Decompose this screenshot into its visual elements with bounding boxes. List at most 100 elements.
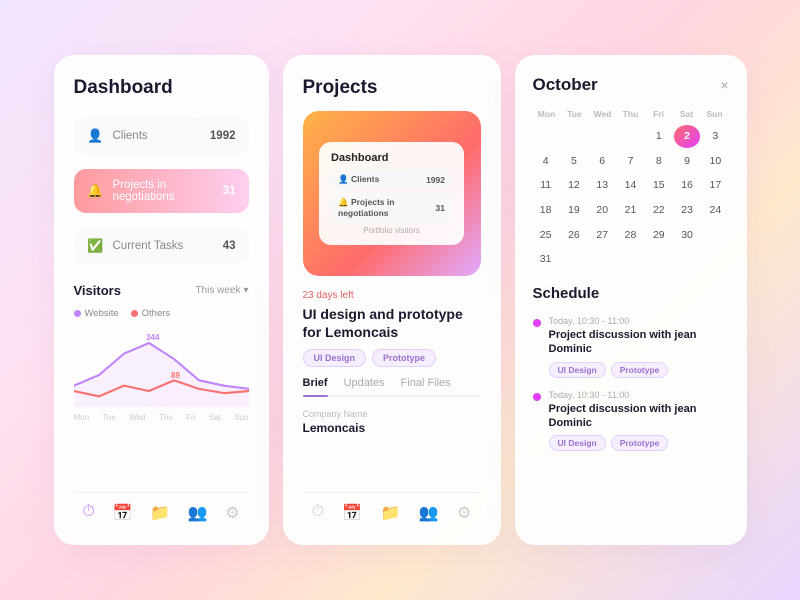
chart-labels: Mon Tue Wed Thu Fri Sat Sun — [74, 413, 249, 422]
dashboard-card: Dashboard 👤 Clients 1992 🔔 Projects in n… — [54, 55, 269, 545]
schedule-time-1: Today, 10:30 - 11:00 — [549, 316, 729, 326]
sched-tag-prototype-1[interactable]: Prototype — [611, 362, 669, 378]
schedule-list: Today, 10:30 - 11:00 Project discussion … — [533, 316, 729, 451]
cal-date-22[interactable]: 22 — [646, 199, 672, 222]
cal-date-28[interactable]: 28 — [617, 224, 643, 247]
projects-bottom-nav: ⏱ 📅 📁 👥 ⚙ — [303, 492, 481, 523]
schedule-name-2: Project discussion with jean Dominic — [549, 402, 729, 431]
calendar-dates: 1 2 3 4 5 6 7 8 9 10 11 12 13 14 15 16 1… — [533, 125, 729, 271]
nav-settings-icon-2[interactable]: ⚙ — [457, 503, 471, 523]
cal-date-14[interactable]: 14 — [617, 174, 643, 197]
cal-date-17[interactable]: 17 — [702, 174, 728, 197]
sched-tag-prototype-2[interactable]: Prototype — [611, 435, 669, 451]
preview-row-negotiations: 🔔 Projects in negotiations 31 — [331, 193, 452, 222]
schedule-tags-2: UI Design Prototype — [549, 435, 729, 451]
nav-timer-icon[interactable]: ⏱ — [82, 503, 94, 523]
stat-tasks[interactable]: ✅ Current Tasks 43 — [74, 227, 249, 265]
cal-date-24[interactable]: 24 — [702, 199, 728, 222]
cal-date-15[interactable]: 15 — [646, 174, 672, 197]
schedule-title: Schedule — [533, 285, 729, 302]
cal-date-25[interactable]: 25 — [533, 224, 559, 247]
cal-date-20[interactable]: 20 — [589, 199, 615, 222]
project-tabs: Brief Updates Final Files — [303, 377, 481, 397]
schedule-tags-1: UI Design Prototype — [549, 362, 729, 378]
cal-date-4[interactable]: 4 — [533, 150, 559, 173]
cal-date-30[interactable]: 30 — [674, 224, 700, 247]
sched-tag-ui-design-1[interactable]: UI Design — [549, 362, 606, 378]
tab-final-files[interactable]: Final Files — [401, 377, 451, 395]
preview-row-clients: 👤 Clients 1992 — [331, 170, 452, 189]
chevron-down-icon: ▾ — [243, 285, 248, 296]
nav-timer-icon-2[interactable]: ⏱ — [312, 503, 324, 523]
preview-inner: Dashboard 👤 Clients 1992 🔔 Projects in n… — [319, 142, 464, 245]
schedule-content-2: Today, 10:30 - 11:00 Project discussion … — [549, 390, 729, 452]
company-field-label: Company Name — [303, 409, 481, 419]
close-button[interactable]: × — [720, 77, 728, 93]
tag-ui-design[interactable]: UI Design — [303, 349, 367, 367]
stat-clients[interactable]: 👤 Clients 1992 — [74, 117, 249, 155]
cal-date-5[interactable]: 5 — [561, 150, 587, 173]
schedule-content-1: Today, 10:30 - 11:00 Project discussion … — [549, 316, 729, 378]
cal-date-11[interactable]: 11 — [533, 174, 559, 197]
schedule-name-1: Project discussion with jean Dominic — [549, 328, 729, 357]
calendar-title: October — [533, 75, 598, 95]
cal-date-2-today[interactable]: 2 — [674, 125, 700, 148]
cal-date-26[interactable]: 26 — [561, 224, 587, 247]
preview-footer: Portfolio visitors — [331, 226, 452, 235]
projects-card: Projects Dashboard 👤 Clients 1992 🔔 Proj… — [283, 55, 501, 545]
nav-team-icon-2[interactable]: 👥 — [419, 503, 439, 523]
cal-date-29[interactable]: 29 — [646, 224, 672, 247]
cal-date-7[interactable]: 7 — [617, 150, 643, 173]
cal-date-23[interactable]: 23 — [674, 199, 700, 222]
legend-website: Website — [74, 308, 119, 319]
clients-icon: 👤 — [87, 127, 105, 145]
cal-date-31[interactable]: 31 — [533, 248, 559, 271]
cal-date-21[interactable]: 21 — [617, 199, 643, 222]
cal-date-12[interactable]: 12 — [561, 174, 587, 197]
cal-date-16[interactable]: 16 — [674, 174, 700, 197]
clients-label: Clients — [113, 130, 202, 142]
schedule-dot-2 — [533, 393, 541, 401]
schedule-time-2: Today, 10:30 - 11:00 — [549, 390, 729, 400]
tasks-icon: ✅ — [87, 237, 105, 255]
nav-calendar-icon-2[interactable]: 📅 — [342, 503, 362, 523]
tasks-value: 43 — [223, 240, 236, 252]
negotiations-value: 31 — [223, 185, 236, 197]
cal-date-8[interactable]: 8 — [646, 150, 672, 173]
cal-date-6[interactable]: 6 — [589, 150, 615, 173]
sched-tag-ui-design-2[interactable]: UI Design — [549, 435, 606, 451]
nav-settings-icon[interactable]: ⚙ — [225, 503, 239, 523]
chart-svg: 344 89 — [74, 327, 249, 407]
nav-team-icon[interactable]: 👥 — [188, 503, 208, 523]
legend-others: Others — [131, 308, 171, 319]
others-dot — [131, 310, 138, 317]
visitors-filter[interactable]: This week ▾ — [195, 285, 248, 296]
tag-prototype[interactable]: Prototype — [372, 349, 436, 367]
tab-updates[interactable]: Updates — [344, 377, 385, 395]
cal-date-3[interactable]: 3 — [702, 125, 728, 148]
tab-brief[interactable]: Brief — [303, 377, 328, 395]
cal-date-10[interactable]: 10 — [702, 150, 728, 173]
nav-calendar-icon[interactable]: 📅 — [112, 503, 132, 523]
cal-date-13[interactable]: 13 — [589, 174, 615, 197]
stat-negotiations[interactable]: 🔔 Projects in negotiations 31 — [74, 169, 249, 213]
visitors-chart: 344 89 — [74, 327, 249, 407]
svg-text:344: 344 — [146, 333, 160, 342]
cal-date-27[interactable]: 27 — [589, 224, 615, 247]
project-preview: Dashboard 👤 Clients 1992 🔔 Projects in n… — [303, 111, 481, 276]
preview-inner-title: Dashboard — [331, 152, 452, 164]
cal-date-1[interactable]: 1 — [646, 125, 672, 148]
projects-title: Projects — [303, 77, 481, 99]
project-meta: 23 days left UI design and prototype for… — [303, 290, 481, 367]
calendar-grid: Mon Tue Wed Thu Fri Sat Sun 1 2 3 4 5 6 … — [533, 109, 729, 271]
cal-date-18[interactable]: 18 — [533, 199, 559, 222]
cal-date-9[interactable]: 9 — [674, 150, 700, 173]
calendar-day-names: Mon Tue Wed Thu Fri Sat Sun — [533, 109, 729, 119]
nav-folder-icon-2[interactable]: 📁 — [381, 503, 401, 523]
schedule-dot-1 — [533, 319, 541, 327]
nav-folder-icon[interactable]: 📁 — [150, 503, 170, 523]
project-name: UI design and prototype for Lemoncais — [303, 305, 481, 341]
cal-date-19[interactable]: 19 — [561, 199, 587, 222]
clients-value: 1992 — [210, 130, 236, 142]
calendar-card: October × Mon Tue Wed Thu Fri Sat Sun 1 … — [515, 55, 747, 545]
